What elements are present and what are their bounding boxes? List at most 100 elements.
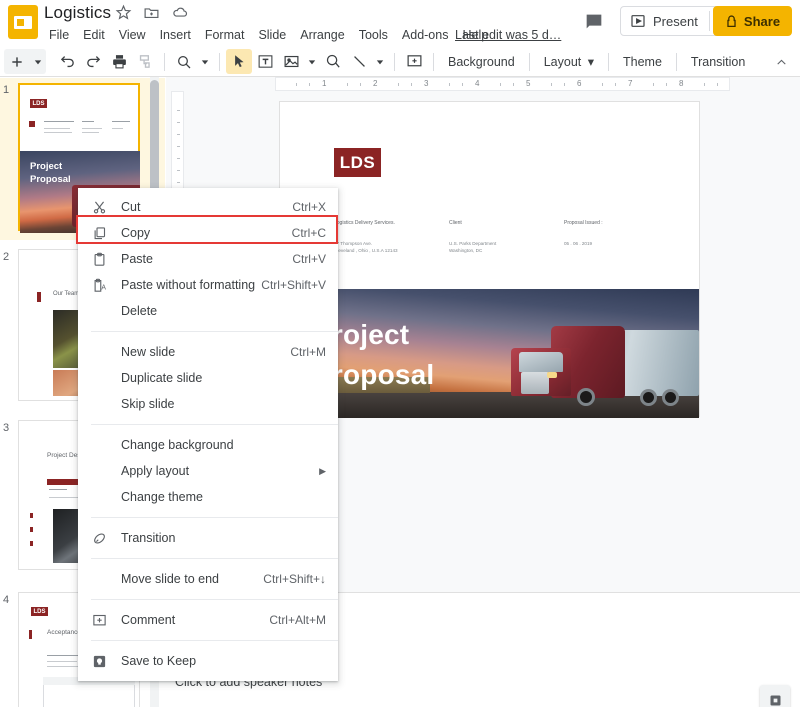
context-menu-item-skip-slide[interactable]: Skip slide	[78, 391, 338, 417]
insert-image-dropdown-button[interactable]	[304, 49, 320, 74]
column-line: Washington, DC	[449, 248, 483, 254]
menu-slide[interactable]: Slide	[251, 26, 293, 44]
line-button[interactable]	[346, 49, 372, 74]
context-menu-separator	[91, 424, 338, 425]
new-slide-button[interactable]	[4, 49, 30, 74]
context-menu-label: Change background	[121, 438, 234, 452]
context-menu-accel: Ctrl+C	[291, 226, 326, 240]
ruler-number: 7	[628, 79, 633, 88]
insert-image-button[interactable]	[278, 49, 304, 74]
context-menu-label: Cut	[121, 200, 141, 214]
slide-context-menu[interactable]: Cut Ctrl+X Copy Ctrl+C Paste Ctrl+V A Pa…	[78, 188, 338, 681]
menu-arrange[interactable]: Arrange	[293, 26, 351, 44]
ruler-number: 5	[526, 79, 531, 88]
context-menu-item-paste-without-formatting[interactable]: A Paste without formatting Ctrl+Shift+V	[78, 272, 338, 298]
slide-logo-text: LDS	[339, 152, 376, 172]
context-menu-label: New slide	[121, 345, 176, 359]
context-menu-item-save-to-keep[interactable]: Save to Keep	[78, 648, 338, 674]
thumb-accent	[29, 121, 35, 127]
context-menu-item-new-slide[interactable]: New slide Ctrl+M	[78, 339, 338, 365]
context-menu-item-cut[interactable]: Cut Ctrl+X	[78, 194, 338, 220]
text-box-button[interactable]	[252, 49, 278, 74]
print-button[interactable]	[106, 49, 132, 74]
comment-history-button[interactable]	[578, 7, 610, 37]
context-menu-separator	[91, 640, 338, 641]
horizontal-ruler[interactable]: 1 2 3 4 5 6 7 8	[275, 77, 730, 91]
context-menu-item-paste[interactable]: Paste Ctrl+V	[78, 246, 338, 272]
slide-logo[interactable]: LDS	[334, 148, 381, 177]
new-slide-button-group	[4, 49, 46, 74]
context-menu-item-apply-layout[interactable]: Apply layout ▶	[78, 458, 338, 484]
collapse-toolbar-button[interactable]	[770, 51, 792, 73]
copy-icon	[91, 225, 108, 242]
context-menu-item-change-background[interactable]: Change background	[78, 432, 338, 458]
menu-edit[interactable]: Edit	[76, 26, 112, 44]
redo-button[interactable]	[80, 49, 106, 74]
title-action-icons	[115, 4, 188, 21]
hero-truck	[499, 316, 699, 408]
menu-view[interactable]: View	[112, 26, 153, 44]
chevron-down-icon: ▾	[587, 55, 595, 69]
zoom-button[interactable]	[171, 49, 197, 74]
undo-button[interactable]	[54, 49, 80, 74]
menu-format[interactable]: Format	[198, 26, 252, 44]
comment-box-icon	[91, 612, 108, 629]
menu-insert[interactable]: Insert	[153, 26, 198, 44]
share-button[interactable]: Share	[713, 6, 792, 36]
context-menu-item-copy[interactable]: Copy Ctrl+C	[78, 220, 338, 246]
layout-button[interactable]: Layout ▾	[536, 51, 602, 72]
new-slide-dropdown-button[interactable]	[30, 49, 46, 74]
slide-editing-surface[interactable]: LDS Logistics Delivery Services. 17 Thom…	[279, 101, 700, 418]
toolbar-divider-3	[394, 52, 395, 71]
context-menu-item-change-theme[interactable]: Change theme	[78, 484, 338, 510]
ruler-number: 4	[475, 79, 480, 88]
background-button[interactable]: Background	[440, 52, 523, 72]
google-slides-window: Logistics File Edit View Insert Format S…	[0, 0, 800, 707]
ruler-number: 8	[679, 79, 684, 88]
context-menu-separator	[91, 331, 338, 332]
add-comment-button[interactable]	[401, 49, 427, 74]
shape-button[interactable]	[320, 49, 346, 74]
star-icon[interactable]	[115, 4, 132, 21]
move-to-folder-icon[interactable]	[143, 4, 160, 21]
cloud-status-icon[interactable]	[171, 4, 188, 21]
slide-column-client[interactable]: Client U.S. Parks Department Washington,…	[449, 220, 564, 255]
context-menu-separator	[91, 599, 338, 600]
context-menu-label: Save to Keep	[121, 654, 197, 668]
ruler-number: 1	[322, 79, 327, 88]
slide-column-issued[interactable]: Proposal Issued : 05 . 06 . 2019	[564, 220, 679, 255]
line-dropdown-button[interactable]	[372, 49, 388, 74]
transition-button[interactable]: Transition	[683, 52, 753, 72]
context-menu-item-move-slide-to-end[interactable]: Move slide to end Ctrl+Shift+↓	[78, 566, 338, 592]
select-tool-button[interactable]	[226, 49, 252, 74]
slide-column-company[interactable]: Logistics Delivery Services. 17 Thompson…	[334, 220, 449, 255]
context-menu-item-comment[interactable]: Comment Ctrl+Alt+M	[78, 607, 338, 633]
present-label: Present	[653, 13, 698, 29]
theme-button[interactable]: Theme	[615, 52, 670, 72]
context-menu-item-transition[interactable]: Transition	[78, 525, 338, 551]
zoom-dropdown-button[interactable]	[197, 49, 213, 74]
last-edit-status[interactable]: Last edit was 5 d…	[455, 28, 561, 42]
slides-app-logo-icon	[8, 5, 38, 39]
context-menu-label: Skip slide	[121, 397, 175, 411]
present-button[interactable]: Present	[621, 7, 709, 35]
toolbar-divider-4	[433, 52, 434, 71]
column-line: 05 . 06 . 2019	[564, 241, 593, 246]
menu-file[interactable]: File	[42, 26, 76, 44]
column-heading: Logistics Delivery Services.	[334, 220, 395, 226]
paste-icon	[91, 251, 108, 268]
toolbar-divider-7	[675, 52, 677, 71]
menu-addons[interactable]: Add-ons	[395, 26, 456, 44]
slide-hero-image[interactable]: Project Proposal	[280, 289, 699, 418]
submenu-arrow-icon: ▶	[319, 465, 326, 476]
context-menu-item-duplicate-slide[interactable]: Duplicate slide	[78, 365, 338, 391]
context-menu-accel: Ctrl+X	[292, 200, 326, 214]
toolbar-divider	[164, 52, 165, 71]
present-play-icon	[630, 13, 646, 29]
document-title[interactable]: Logistics	[44, 3, 111, 23]
context-menu-item-delete[interactable]: Delete	[78, 298, 338, 324]
lock-icon	[725, 15, 738, 28]
paint-format-button[interactable]	[132, 49, 158, 74]
explore-button[interactable]	[760, 685, 790, 707]
menu-tools[interactable]: Tools	[352, 26, 395, 44]
